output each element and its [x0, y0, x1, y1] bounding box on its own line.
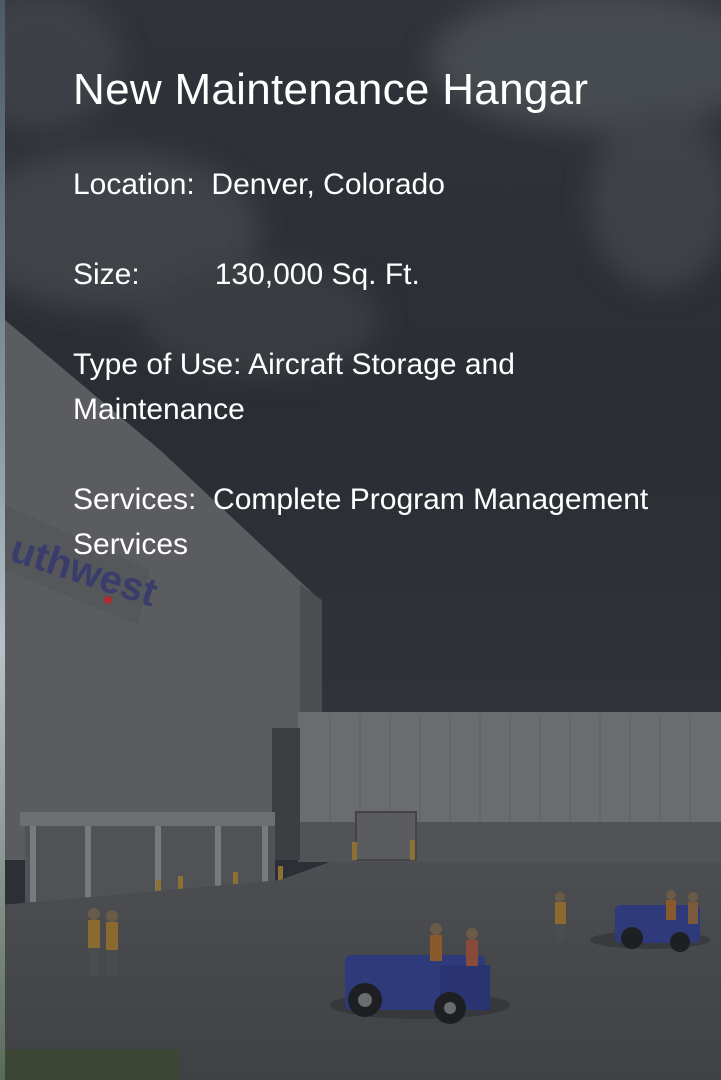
warehouse-door: [355, 811, 417, 861]
canopy-roof: [20, 812, 275, 826]
sign-logo-dot: [104, 596, 112, 604]
page-title: New Maintenance Hangar: [73, 65, 589, 114]
type-of-use-text: Type of Use: Aircraft Storage and Mainte…: [73, 348, 524, 426]
tug-vehicle-front: [330, 955, 510, 1024]
grass-edge: [0, 1050, 180, 1080]
left-edge-strip: [0, 0, 5, 1080]
info-panel: New Maintenance Hangar Location: Denver,…: [73, 60, 693, 567]
services-text: Services: Complete Program Management Se…: [73, 483, 657, 561]
warehouse-end: [272, 728, 300, 860]
size-text: Size: 130,000 Sq. Ft.: [73, 258, 420, 291]
location-text: Location: Denver, Colorado: [73, 168, 445, 201]
